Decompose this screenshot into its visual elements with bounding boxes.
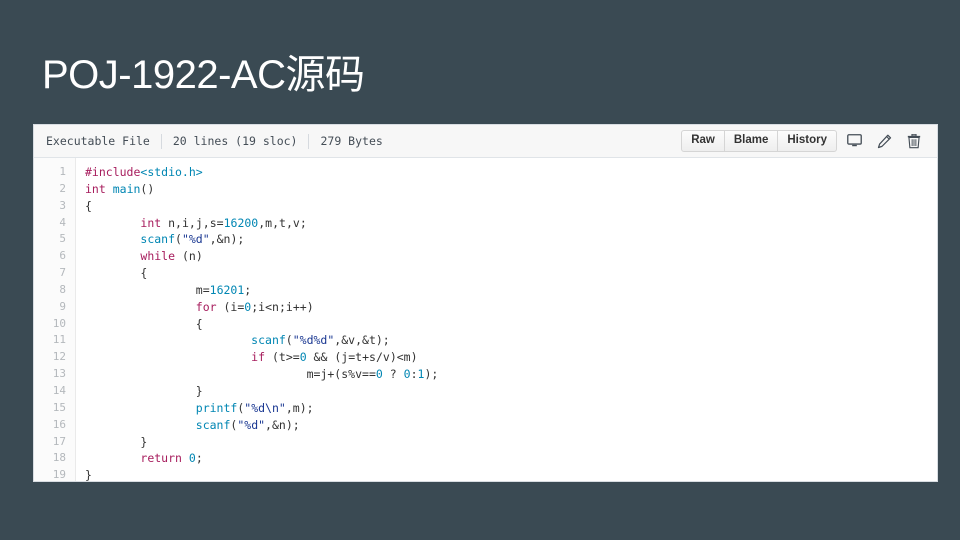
code-line: } <box>85 434 148 449</box>
line-number: 13 <box>52 367 66 381</box>
desktop-icon[interactable] <box>841 130 867 152</box>
line-number-gutter: 1 2 3 4 5 6 7 8 9 10 11 12 13 14 15 16 1… <box>34 158 76 482</box>
file-actions: Raw Blame History <box>681 130 937 152</box>
file-lines-label: 20 lines (19 sloc) <box>172 134 298 148</box>
code-line: } <box>85 468 92 482</box>
file-meta-group: Executable File 20 lines (19 sloc) 279 B… <box>34 133 394 149</box>
code-line: int main() <box>85 181 155 196</box>
line-number: 5 <box>59 232 66 246</box>
code-line: m=j+(s%v==0 ? 0:1); <box>306 367 439 382</box>
file-type-label: Executable File <box>46 134 150 148</box>
code-line: { <box>85 316 203 331</box>
line-number: 11 <box>52 333 66 347</box>
code-body: 1 2 3 4 5 6 7 8 9 10 11 12 13 14 15 16 1… <box>34 158 937 482</box>
file-size-label: 279 Bytes <box>320 134 383 148</box>
line-number: 8 <box>59 282 66 296</box>
code-file-card: Executable File 20 lines (19 sloc) 279 B… <box>33 124 938 482</box>
line-number: 10 <box>52 316 66 330</box>
code-line: while (n) <box>140 249 203 264</box>
file-action-button-group: Raw Blame History <box>681 130 837 152</box>
code-line: { <box>85 266 148 281</box>
blame-button[interactable]: Blame <box>723 130 779 152</box>
line-number: 9 <box>59 299 66 313</box>
pencil-icon[interactable] <box>871 130 897 152</box>
code-line: for (i=0;i<n;i++) <box>195 299 314 314</box>
line-number: 18 <box>52 451 66 465</box>
code-line: m=16201; <box>195 282 252 297</box>
code-line: } <box>85 383 203 398</box>
code-line: if (t>=0 && (j=t+s/v)<m) <box>251 350 418 365</box>
line-number: 12 <box>52 350 66 364</box>
code-line: int n,i,j,s=16200,m,t,v; <box>140 215 307 230</box>
trash-icon[interactable] <box>901 130 927 152</box>
code-line: printf("%d\n",m); <box>195 400 314 415</box>
code-line: { <box>85 198 92 213</box>
code-line: scanf("%d%d",&v,&t); <box>251 333 390 348</box>
line-number: 16 <box>52 417 66 431</box>
line-number: 7 <box>59 266 66 280</box>
code-line: scanf("%d",&n); <box>195 417 300 432</box>
line-number: 3 <box>59 198 66 212</box>
line-number: 17 <box>52 434 66 448</box>
raw-button[interactable]: Raw <box>681 130 725 152</box>
slide-root: POJ-1922-AC源码 Executable File 20 lines (… <box>0 0 960 540</box>
page-title: POJ-1922-AC源码 <box>42 53 365 97</box>
code-line: return 0; <box>140 451 203 466</box>
line-number: 4 <box>59 215 66 229</box>
code-line: scanf("%d",&n); <box>140 232 245 247</box>
line-number: 1 <box>59 165 66 178</box>
line-number: 15 <box>52 400 66 414</box>
line-number: 2 <box>59 181 66 195</box>
code-content[interactable]: #include<stdio.h> int main() { int n,i,j… <box>76 158 937 482</box>
line-number: 6 <box>59 249 66 263</box>
code-line: #include<stdio.h> <box>85 165 203 179</box>
line-number: 19 <box>52 468 66 482</box>
line-number: 14 <box>52 383 66 397</box>
file-header-bar: Executable File 20 lines (19 sloc) 279 B… <box>34 125 937 158</box>
history-button[interactable]: History <box>777 130 837 152</box>
